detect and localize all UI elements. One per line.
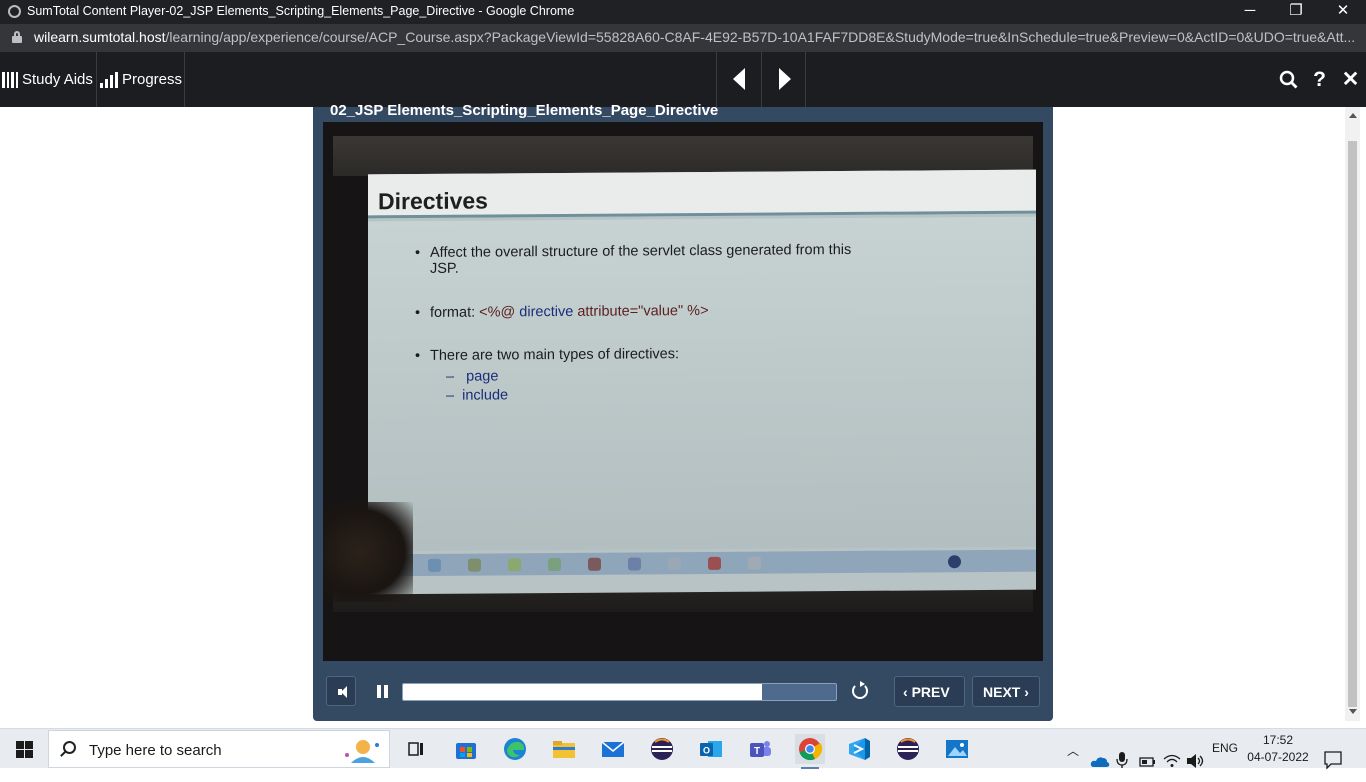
search-icon [63,741,76,754]
clock[interactable]: 17:52 04-07-2022 [1246,732,1310,766]
chrome-icon[interactable] [795,734,825,769]
svg-text:O: O [703,746,710,756]
volume-button[interactable] [326,676,356,706]
prev-label: PREV [911,684,950,700]
address-bar[interactable]: wilearn.sumtotal.host/learning/app/exper… [0,24,1366,52]
pause-icon [377,685,381,698]
pause-button[interactable] [366,676,398,706]
next-button[interactable]: NEXT › [972,676,1040,707]
progress-icon [100,71,118,88]
photos-icon[interactable] [942,734,972,764]
window-close-button[interactable]: ✕ [1320,0,1366,24]
slide-bullet: • format: <%@ directive attribute="value… [415,302,709,322]
wifi-icon[interactable] [1163,741,1181,781]
progress-bar[interactable] [402,683,837,701]
clock-time: 17:52 [1262,733,1294,747]
progress-label: Progress [122,71,183,88]
prev-button[interactable]: ‹ PREV [894,676,965,707]
study-aids-label: Study Aids [22,71,93,88]
language-indicator[interactable]: ENG [1212,741,1238,781]
slide-heading-bar: Directives [368,169,1036,219]
player-top-bar: Study Aids Progress ? ✕ [0,52,1366,107]
volume-icon [338,685,352,699]
app-icon [8,5,21,18]
store-icon[interactable] [451,734,481,764]
window-title-bar: SumTotal Content Player-02_JSP Elements_… [0,0,1366,24]
slide-heading: Directives [378,187,488,215]
slide-bullet: • Affect the overall structure of the se… [415,241,852,277]
outlook-icon[interactable]: O [696,734,726,764]
windows-start-icon[interactable] [16,741,33,758]
scrollbar-thumb[interactable] [1348,141,1357,707]
arrow-left-icon [733,68,745,90]
slide-bullet: • There are two main types of directives… [415,346,680,365]
lock-icon [12,31,22,43]
clock-date: 04-07-2022 [1247,750,1309,764]
projected-taskbar [388,549,1036,577]
mail-icon[interactable] [598,734,628,764]
show-hidden-icons-icon[interactable]: ︿ [1067,742,1079,782]
study-aids-icon [2,71,18,88]
svg-text:T: T [754,746,760,757]
vscode-icon[interactable] [844,734,874,764]
speaker-icon[interactable] [1186,741,1206,781]
slide-body: • Affect the overall structure of the se… [368,216,1036,552]
taskbar-search-box[interactable]: Type here to search [48,730,390,768]
file-explorer-icon[interactable] [549,734,579,764]
next-label: NEXT [983,684,1021,700]
next-slide-button[interactable] [761,52,806,107]
minimize-button[interactable]: ─ [1227,0,1273,24]
scroll-up-icon[interactable] [1349,113,1357,118]
taskbar-search-placeholder: Type here to search [89,742,222,759]
url-text[interactable]: wilearn.sumtotal.host/learning/app/exper… [34,29,1354,45]
study-aids-button[interactable]: Study Aids [0,52,97,107]
arrow-right-icon [779,68,791,90]
page-scrollbar[interactable] [1345,107,1360,721]
restore-button[interactable]: ❐ [1273,0,1319,24]
slide-sub-bullet: – page [446,368,499,385]
edge-icon[interactable] [500,734,530,764]
eclipse-ide-icon[interactable] [893,734,923,764]
search-highlight-icon [345,740,379,763]
projected-slide: Directives • Affect the overall structur… [368,169,1036,595]
task-view-icon[interactable] [401,734,431,764]
progress-fill [403,684,763,700]
replay-icon[interactable] [852,681,868,699]
video-frame[interactable]: Directives • Affect the overall structur… [323,122,1043,661]
windows-taskbar: Type here to search O T ︿ ENG 17:52 04-0… [0,728,1366,770]
window-title: SumTotal Content Player-02_JSP Elements_… [27,4,575,18]
slide-sub-bullet: – include [446,387,509,404]
player-title: 02_JSP Elements_Scripting_Elements_Page_… [330,102,719,119]
notifications-icon[interactable] [1324,740,1342,780]
help-icon[interactable]: ? [1304,52,1335,107]
progress-button[interactable]: Progress [97,52,185,107]
microphone-icon[interactable] [1116,740,1128,780]
onedrive-icon[interactable] [1090,741,1110,781]
close-player-icon[interactable]: ✕ [1335,52,1366,107]
previous-slide-button[interactable] [716,52,761,107]
battery-icon[interactable] [1139,742,1157,782]
eclipse-icon[interactable] [647,734,677,764]
search-icon[interactable] [1273,52,1304,107]
scroll-down-icon[interactable] [1349,709,1357,714]
teams-icon[interactable]: T [745,734,775,764]
